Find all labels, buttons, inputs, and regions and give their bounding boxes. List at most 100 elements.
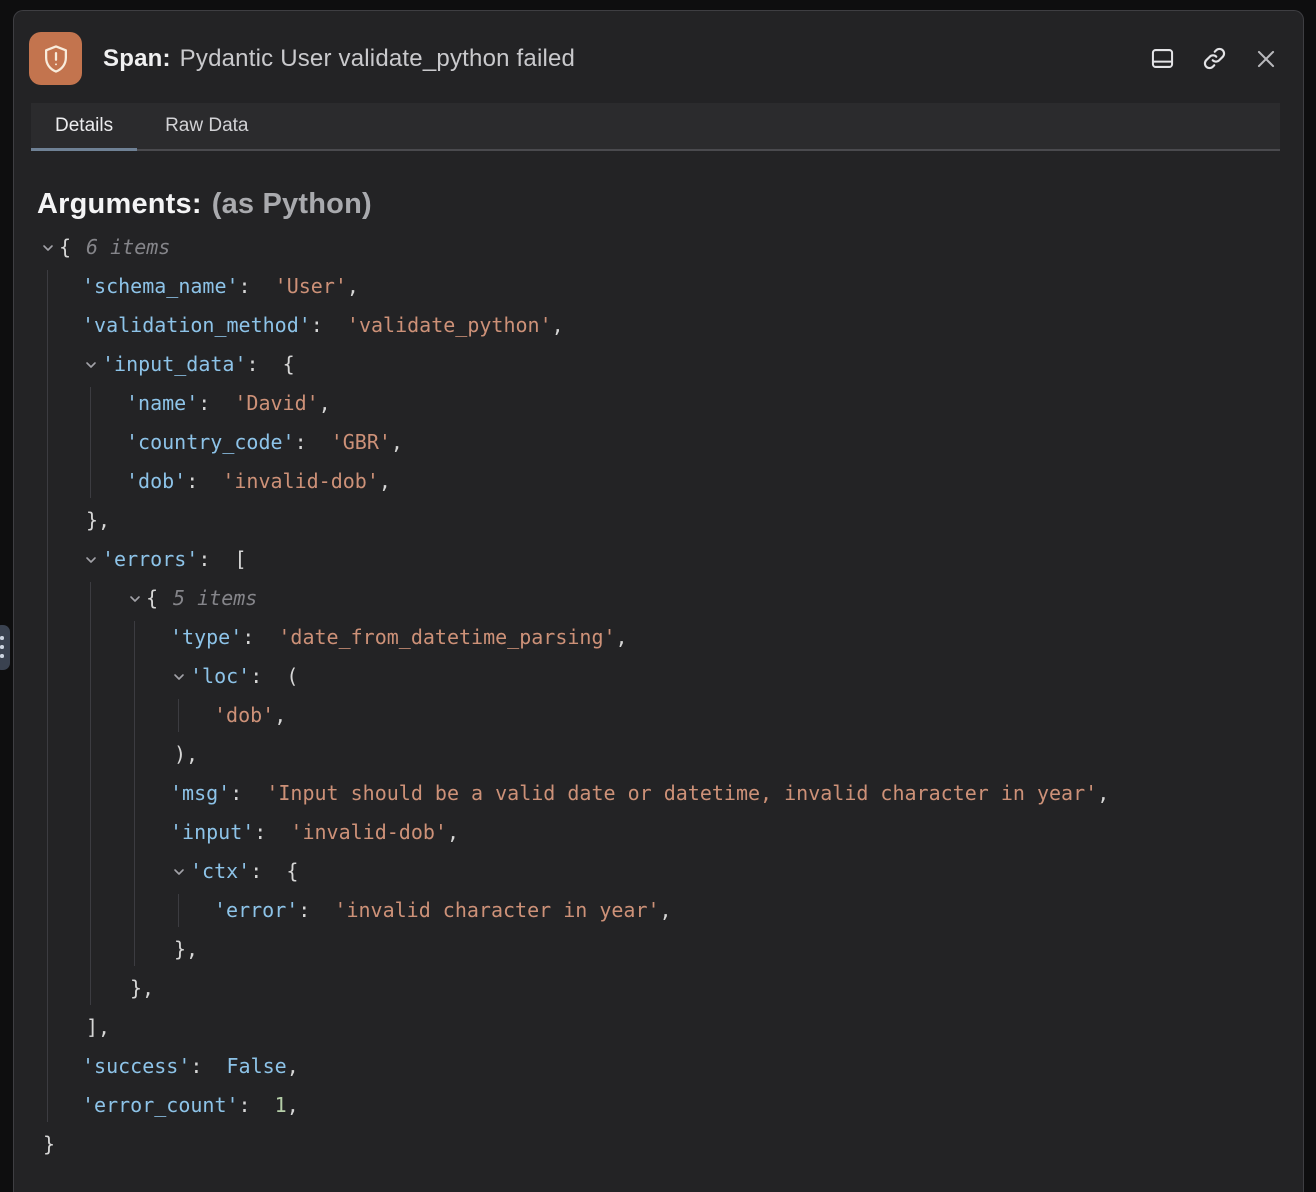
collapse-chevron-icon[interactable] xyxy=(39,228,56,267)
token-punct: , xyxy=(287,1093,299,1117)
tree-line-content: {5 items xyxy=(38,579,257,618)
collapse-chevron-icon[interactable] xyxy=(126,579,143,618)
token-str: 'dob' xyxy=(214,703,274,727)
tree-line: 'schema_name': 'User', xyxy=(38,267,1279,306)
tree-line-content: } xyxy=(38,1125,55,1164)
token-punct: : xyxy=(254,820,290,844)
token-punct: : xyxy=(198,391,234,415)
dock-panel-button[interactable] xyxy=(1147,43,1178,74)
tab-bar: Details Raw Data xyxy=(31,103,1280,151)
copy-link-button[interactable] xyxy=(1199,43,1230,74)
token-punct: : xyxy=(298,898,334,922)
token-punct: , xyxy=(379,469,391,493)
collapse-chevron-icon[interactable] xyxy=(170,657,187,696)
tree-line-content: 'input': 'invalid-dob', xyxy=(38,813,459,852)
indent-guide xyxy=(90,582,91,1005)
tree-line-content: 'error_count': 1, xyxy=(38,1086,299,1125)
tree-line: 'dob': 'invalid-dob', xyxy=(38,462,1279,501)
collapse-chevron-icon[interactable] xyxy=(82,345,99,384)
tree-line: {5 items xyxy=(38,579,1279,618)
tree-line: 'validation_method': 'validate_python', xyxy=(38,306,1279,345)
token-punct: : xyxy=(311,313,347,337)
tree-line: 'input': 'invalid-dob', xyxy=(38,813,1279,852)
token-meta: 5 items xyxy=(173,586,257,610)
tree-line-content: {6 items xyxy=(38,228,170,267)
page: { "header": { "title_prefix": "Span:", "… xyxy=(0,0,1316,1192)
token-str: 'User' xyxy=(275,274,347,298)
token-punct: : xyxy=(242,625,278,649)
indent-guide xyxy=(47,270,48,1122)
token-punct: : { xyxy=(247,352,295,376)
arguments-heading-text: Arguments: xyxy=(37,188,202,220)
tab-raw-data[interactable]: Raw Data xyxy=(141,103,272,149)
token-punct: , xyxy=(347,274,359,298)
token-key: 'error' xyxy=(214,898,298,922)
tree-line-content: ], xyxy=(38,1008,110,1047)
token-meta: 6 items xyxy=(86,235,170,259)
indent-guide xyxy=(178,894,179,927)
token-punct: , xyxy=(391,430,403,454)
token-key: 'input_data' xyxy=(102,352,247,376)
panel-drag-handle[interactable] xyxy=(0,625,10,670)
token-punct: : { xyxy=(250,859,298,883)
token-punct: : xyxy=(239,274,275,298)
tree-line-content: 'name': 'David', xyxy=(38,384,331,423)
tree-line: 'type': 'date_from_datetime_parsing', xyxy=(38,618,1279,657)
tree-line: 'ctx': { xyxy=(38,852,1279,891)
token-punct: : xyxy=(186,469,222,493)
token-punct: : xyxy=(295,430,331,454)
token-punct: , xyxy=(287,1054,299,1078)
token-str: 'date_from_datetime_parsing' xyxy=(278,625,615,649)
token-punct: , xyxy=(319,391,331,415)
tree-line: }, xyxy=(38,930,1279,969)
tree-line-content: 'errors': [ xyxy=(38,540,247,579)
tree-line: 'dob', xyxy=(38,696,1279,735)
token-punct: { xyxy=(146,586,158,610)
tree-line: 'error_count': 1, xyxy=(38,1086,1279,1125)
token-punct: ), xyxy=(174,742,198,766)
tree-line: 'input_data': { xyxy=(38,345,1279,384)
token-punct: : [ xyxy=(198,547,246,571)
tree-line-content: 'input_data': { xyxy=(38,345,295,384)
token-punct: , xyxy=(447,820,459,844)
indent-guide xyxy=(178,699,179,732)
span-detail-panel: Span:Pydantic User validate_python faile… xyxy=(13,10,1304,1192)
token-str: 'invalid character in year' xyxy=(334,898,659,922)
token-str: 'invalid-dob' xyxy=(222,469,379,493)
token-punct: , xyxy=(660,898,672,922)
collapse-chevron-icon[interactable] xyxy=(82,540,99,579)
details-content: Arguments:(as Python) {6 items'schema_na… xyxy=(14,151,1303,1164)
token-punct: : xyxy=(230,781,266,805)
tree-line: } xyxy=(38,1125,1279,1164)
token-str: 'validate_python' xyxy=(347,313,552,337)
indent-guide xyxy=(134,621,135,966)
token-num: 1 xyxy=(275,1093,287,1117)
token-key: 'msg' xyxy=(170,781,230,805)
token-str: 'GBR' xyxy=(331,430,391,454)
token-str: 'invalid-dob' xyxy=(290,820,447,844)
collapse-chevron-icon[interactable] xyxy=(170,852,187,891)
panel-title: Span:Pydantic User validate_python faile… xyxy=(103,45,575,73)
tree-line: 'errors': [ xyxy=(38,540,1279,579)
token-punct: { xyxy=(59,235,71,259)
tree-line-content: 'ctx': { xyxy=(38,852,298,891)
tree-line-content: 'dob', xyxy=(38,696,286,735)
token-key: 'success' xyxy=(82,1054,190,1078)
indent-guide xyxy=(90,387,91,498)
tree-line: }, xyxy=(38,969,1279,1008)
close-button[interactable] xyxy=(1251,44,1281,74)
panel-title-prefix: Span: xyxy=(103,45,171,72)
tree-line-content: 'schema_name': 'User', xyxy=(38,267,359,306)
tree-line-content: }, xyxy=(38,969,154,1008)
tree-line: 'msg': 'Input should be a valid date or … xyxy=(38,774,1279,813)
header-actions xyxy=(1147,43,1281,74)
token-punct: ], xyxy=(86,1015,110,1039)
tree-line: ], xyxy=(38,1008,1279,1047)
arguments-heading: Arguments:(as Python) xyxy=(37,188,1279,221)
token-punct: }, xyxy=(86,508,110,532)
token-key: 'input' xyxy=(170,820,254,844)
tree-line: {6 items xyxy=(38,228,1279,267)
token-punct: : ( xyxy=(250,664,298,688)
token-key: 'country_code' xyxy=(126,430,295,454)
tab-details[interactable]: Details xyxy=(31,103,137,149)
